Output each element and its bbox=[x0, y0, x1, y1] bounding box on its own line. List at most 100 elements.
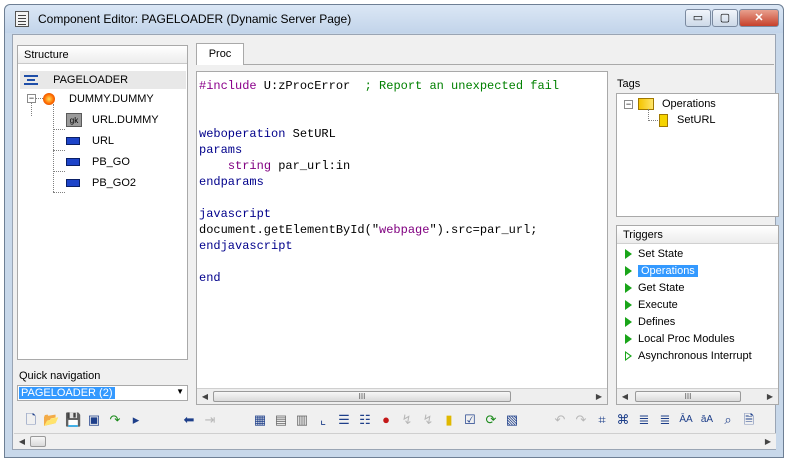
editor-horizontal-scrollbar[interactable]: ◀ III ▶ bbox=[197, 388, 607, 404]
scroll-thumb[interactable]: III bbox=[635, 391, 741, 402]
tree-item-label: DUMMY.DUMMY bbox=[69, 93, 154, 105]
insert-grid-icon[interactable]: ▤ bbox=[273, 412, 289, 428]
breakpoint-icon[interactable]: ● bbox=[378, 412, 394, 428]
scroll-right-arrow-icon[interactable]: ▶ bbox=[763, 390, 777, 403]
redo-compile-icon[interactable]: ↷ bbox=[107, 412, 123, 428]
play-icon bbox=[625, 351, 632, 362]
triggers-horizontal-scrollbar[interactable]: ◀ III ▶ bbox=[617, 388, 778, 404]
code-line-text: params bbox=[199, 143, 243, 157]
scroll-thumb[interactable]: III bbox=[213, 391, 511, 402]
trigger-item[interactable]: Execute bbox=[625, 297, 678, 314]
outdent-icon[interactable]: ⌞ bbox=[315, 412, 331, 428]
collapse-toggle[interactable]: − bbox=[27, 94, 36, 103]
play-icon bbox=[625, 334, 632, 345]
redo-icon[interactable]: ↷ bbox=[573, 412, 589, 428]
trigger-label: Local Proc Modules bbox=[638, 333, 735, 345]
align-left-icon[interactable]: ≣ bbox=[636, 412, 652, 428]
bottom-horizontal-scrollbar[interactable]: ◀ ▶ bbox=[14, 433, 776, 449]
document-icon[interactable]: 🗎 bbox=[741, 412, 757, 428]
insert-table-icon[interactable]: ▥ bbox=[294, 412, 310, 428]
trigger-item[interactable]: Asynchronous Interrupt bbox=[625, 348, 752, 365]
save-icon[interactable]: 💾 bbox=[65, 412, 81, 428]
trigger-item[interactable]: Get State bbox=[625, 280, 684, 297]
check-icon[interactable]: ☑ bbox=[462, 412, 478, 428]
step-icon[interactable]: ↯ bbox=[399, 412, 415, 428]
play-icon bbox=[625, 249, 632, 260]
window-title: Component Editor: PAGELOADER (Dynamic Se… bbox=[38, 12, 352, 26]
tag-label: Operations bbox=[662, 98, 716, 110]
tree-line bbox=[53, 171, 65, 172]
entity-icon bbox=[43, 93, 55, 106]
scroll-thumb[interactable] bbox=[30, 436, 46, 447]
dropdown-arrow-icon[interactable]: ▼ bbox=[176, 387, 184, 396]
forward-arrow-icon[interactable]: ⇥ bbox=[202, 412, 218, 428]
new-icon[interactable]: 🗋 bbox=[23, 412, 39, 428]
trigger-item[interactable]: Operations bbox=[625, 263, 698, 280]
undo-icon[interactable]: ↶ bbox=[552, 412, 568, 428]
maximize-button[interactable]: ▢ bbox=[712, 9, 738, 27]
trigger-item[interactable]: Set State bbox=[625, 246, 683, 263]
code-line-text: javascript bbox=[199, 207, 272, 221]
scroll-right-arrow-icon[interactable]: ▶ bbox=[761, 435, 775, 448]
comment-icon[interactable]: ⌘ bbox=[615, 412, 631, 428]
trigger-label: Get State bbox=[638, 282, 685, 294]
bookmark-icon[interactable]: ▮ bbox=[441, 412, 457, 428]
title-bar[interactable]: Component Editor: PAGELOADER (Dynamic Se… bbox=[5, 5, 783, 33]
properties-icon[interactable]: ▧ bbox=[504, 412, 520, 428]
indent-icon[interactable]: ☰ bbox=[336, 412, 352, 428]
tree-item-field[interactable]: PB_GO bbox=[66, 153, 130, 171]
code-line-text: end bbox=[199, 271, 221, 285]
code-line-text: document.getElementById("webpage").src=p… bbox=[199, 223, 538, 237]
quick-navigation-value: PAGELOADER (2) bbox=[19, 387, 115, 399]
tab-divider bbox=[244, 64, 774, 65]
refresh-icon[interactable]: ⟳ bbox=[483, 412, 499, 428]
tree-item-pageloader[interactable]: PAGELOADER bbox=[20, 71, 186, 89]
tree-line bbox=[53, 192, 65, 193]
list-icon[interactable]: ☷ bbox=[357, 412, 373, 428]
tree-line bbox=[35, 98, 43, 99]
collapse-toggle[interactable]: − bbox=[624, 100, 633, 109]
tree-item-field[interactable]: gk URL.DUMMY bbox=[66, 111, 159, 129]
align-right-icon[interactable]: ≣ bbox=[657, 412, 673, 428]
uppercase-icon[interactable]: ĀA bbox=[678, 412, 694, 428]
tag-label: SetURL bbox=[677, 114, 716, 126]
structure-panel: Structure PAGELOADER − DUMMY.DUMMY gk URL… bbox=[17, 45, 188, 360]
trigger-item[interactable]: Local Proc Modules bbox=[625, 331, 735, 348]
tree-line bbox=[53, 104, 54, 192]
toolbar: 🗋 📂 💾 ▣ ↷ ▸ ⬅ ⇥ ▦ ▤ ▥ ⌞ ☰ ☷ ● ↯ ↯ ▮ ☑ ⟳ … bbox=[15, 409, 775, 433]
quick-navigation-select[interactable]: PAGELOADER (2) ▼ bbox=[17, 385, 188, 401]
scroll-right-arrow-icon[interactable]: ▶ bbox=[592, 390, 606, 403]
tree-item-label: PAGELOADER bbox=[53, 74, 129, 86]
scroll-left-arrow-icon[interactable]: ◀ bbox=[15, 435, 29, 448]
scroll-left-arrow-icon[interactable]: ◀ bbox=[618, 390, 632, 403]
tree-item-label: PB_GO2 bbox=[92, 177, 137, 189]
gk-field-icon: gk bbox=[66, 113, 82, 128]
step-over-icon[interactable]: ↯ bbox=[420, 412, 436, 428]
open-icon[interactable]: 📂 bbox=[43, 412, 59, 428]
trigger-item[interactable]: Defines bbox=[625, 314, 675, 331]
insert-field-icon[interactable]: ▦ bbox=[252, 412, 268, 428]
tags-panel: − Operations SetURL bbox=[616, 93, 779, 217]
code-text[interactable]: #include U:zProcError ; Report an unexpe… bbox=[199, 78, 559, 286]
scroll-left-arrow-icon[interactable]: ◀ bbox=[198, 390, 212, 403]
run-icon[interactable]: ▸ bbox=[128, 412, 144, 428]
trigger-label: Set State bbox=[638, 248, 684, 260]
format-icon[interactable]: ⌗ bbox=[594, 412, 610, 428]
minimize-button[interactable]: ▭ bbox=[685, 9, 711, 27]
save-all-icon[interactable]: ▣ bbox=[86, 412, 102, 428]
code-line-text: string par_url:in bbox=[227, 159, 351, 173]
lowercase-icon[interactable]: āA bbox=[699, 412, 715, 428]
tree-item-entity[interactable]: DUMMY.DUMMY bbox=[43, 90, 154, 108]
back-arrow-icon[interactable]: ⬅ bbox=[181, 412, 197, 428]
trigger-label: Execute bbox=[638, 299, 678, 311]
tab-proc[interactable]: Proc bbox=[196, 43, 244, 65]
tag-icon bbox=[659, 113, 668, 127]
code-line-text: endjavascript bbox=[199, 239, 293, 253]
tree-item-field[interactable]: URL bbox=[66, 132, 114, 150]
find-icon[interactable]: ⌕ bbox=[720, 412, 736, 428]
close-button[interactable]: ✕ bbox=[739, 9, 779, 27]
code-editor[interactable]: #include U:zProcError ; Report an unexpe… bbox=[196, 71, 608, 405]
tag-item-seturl[interactable]: SetURL bbox=[659, 111, 716, 129]
tree-item-field[interactable]: PB_GO2 bbox=[66, 174, 136, 192]
play-icon bbox=[625, 283, 632, 294]
